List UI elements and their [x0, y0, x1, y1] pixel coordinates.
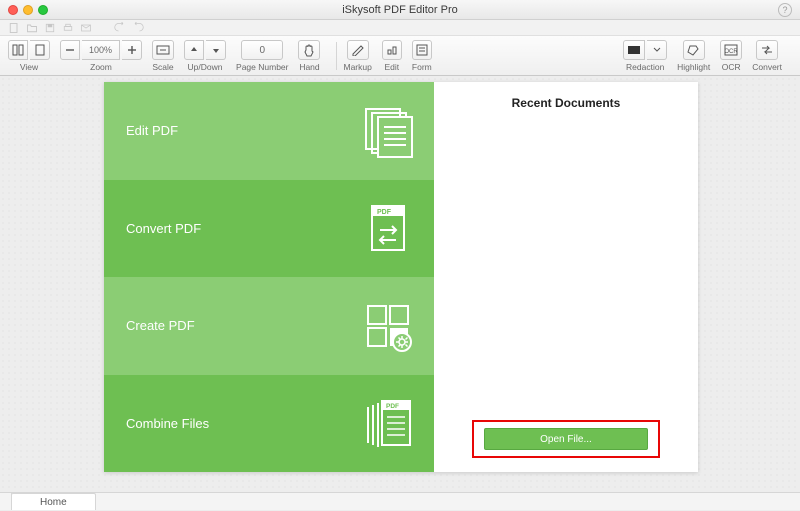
toolbar-divider	[336, 42, 337, 70]
zoom-in-button[interactable]	[122, 40, 142, 60]
tile-create-pdf[interactable]: Create PDF	[104, 277, 434, 375]
ocr-button[interactable]: OCR	[720, 40, 742, 60]
open-file-button[interactable]: Open File...	[484, 428, 648, 450]
tile-label: Create PDF	[126, 318, 195, 333]
markup-group: Markup	[343, 39, 371, 72]
zoom-out-button[interactable]	[60, 40, 80, 60]
page-down-button[interactable]	[206, 40, 226, 60]
undo-icon[interactable]	[114, 22, 126, 34]
tile-edit-pdf[interactable]: Edit PDF	[104, 82, 434, 180]
redaction-dropdown[interactable]	[647, 40, 667, 60]
view-single-button[interactable]	[8, 40, 28, 60]
markup-label: Markup	[343, 62, 371, 72]
recent-documents-heading: Recent Documents	[512, 96, 621, 110]
edit-group: Edit	[382, 39, 402, 72]
tile-combine-files[interactable]: Combine Files PDF	[104, 375, 434, 473]
redaction-label: Redaction	[626, 62, 664, 72]
convert-button[interactable]	[756, 40, 778, 60]
convert-group: Convert	[752, 39, 782, 72]
main-toolbar: View 100% Zoom Scale Up/Down 0 Page Numb…	[0, 36, 800, 76]
ocr-group: OCR OCR	[720, 39, 742, 72]
highlight-button[interactable]	[683, 40, 705, 60]
combine-files-icon: PDF	[360, 395, 416, 451]
quick-access-bar	[0, 20, 800, 36]
action-tiles: Edit PDF Convert PDF PDF	[104, 82, 434, 472]
document-canvas: Edit PDF Convert PDF PDF	[0, 76, 800, 492]
help-icon[interactable]: ?	[778, 3, 792, 17]
edit-label: Edit	[385, 62, 400, 72]
new-doc-icon[interactable]	[8, 22, 20, 34]
open-file-highlight-box: Open File...	[472, 420, 660, 458]
open-folder-icon[interactable]	[26, 22, 38, 34]
svg-text:PDF: PDF	[386, 403, 399, 410]
view-facing-button[interactable]	[30, 40, 50, 60]
scale-group: Scale	[152, 39, 174, 72]
redaction-group: Redaction	[623, 39, 667, 72]
page-number-field[interactable]: 0	[241, 40, 283, 60]
tile-convert-pdf[interactable]: Convert PDF PDF	[104, 180, 434, 278]
form-button[interactable]	[412, 40, 432, 60]
welcome-panel: Edit PDF Convert PDF PDF	[104, 82, 698, 472]
recent-panel: Recent Documents Open File...	[434, 82, 698, 472]
hand-label: Hand	[299, 62, 319, 72]
hand-group: Hand	[298, 39, 320, 72]
scale-button[interactable]	[152, 40, 174, 60]
create-grid-icon	[360, 298, 416, 354]
window-title: iSkysoft PDF Editor Pro	[0, 4, 800, 16]
document-stack-icon	[360, 103, 416, 159]
mail-icon[interactable]	[80, 22, 92, 34]
zoom-value[interactable]: 100%	[82, 40, 120, 60]
save-icon[interactable]	[44, 22, 56, 34]
window-titlebar: iSkysoft PDF Editor Pro ?	[0, 0, 800, 20]
page-number-group: 0 Page Number	[236, 39, 288, 72]
document-tabbar: Home	[0, 492, 800, 510]
svg-text:PDF: PDF	[377, 209, 392, 216]
updown-label: Up/Down	[188, 62, 223, 72]
tile-label: Convert PDF	[126, 221, 201, 236]
highlight-label: Highlight	[677, 62, 710, 72]
convert-label: Convert	[752, 62, 782, 72]
view-label: View	[20, 62, 38, 72]
hand-button[interactable]	[298, 40, 320, 60]
page-number-label: Page Number	[236, 62, 288, 72]
updown-group: Up/Down	[184, 39, 226, 72]
zoom-group: 100% Zoom	[60, 39, 142, 72]
page-up-button[interactable]	[184, 40, 204, 60]
scale-label: Scale	[152, 62, 173, 72]
svg-text:OCR: OCR	[725, 49, 739, 55]
edit-button[interactable]	[382, 40, 402, 60]
redo-icon[interactable]	[132, 22, 144, 34]
tile-label: Combine Files	[126, 416, 209, 431]
markup-button[interactable]	[347, 40, 369, 60]
form-group: Form	[412, 39, 432, 72]
form-label: Form	[412, 62, 432, 72]
ocr-label: OCR	[722, 62, 741, 72]
redaction-button[interactable]	[623, 40, 645, 60]
pdf-convert-icon: PDF	[360, 200, 416, 256]
tile-label: Edit PDF	[126, 123, 178, 138]
view-group: View	[8, 39, 50, 72]
highlight-group: Highlight	[677, 39, 710, 72]
print-icon[interactable]	[62, 22, 74, 34]
zoom-label: Zoom	[90, 62, 112, 72]
tab-home[interactable]: Home	[11, 493, 96, 510]
